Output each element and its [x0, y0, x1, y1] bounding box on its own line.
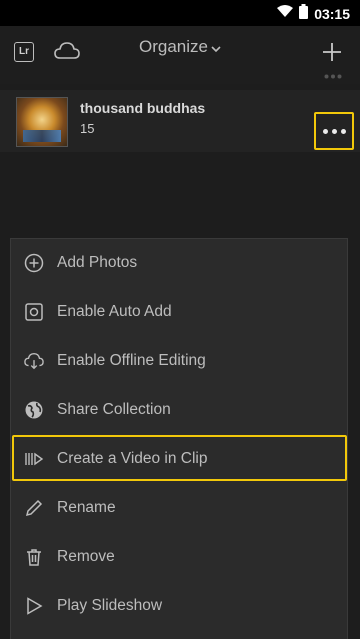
- menu-item-label: Play Slideshow: [57, 597, 163, 614]
- menu-item-share-collection[interactable]: Share Collection: [11, 388, 347, 432]
- globe-icon: [24, 400, 44, 420]
- menu-item-enable-offline-editing[interactable]: Enable Offline Editing: [11, 339, 347, 383]
- plus-circle-icon: [24, 253, 44, 273]
- menu-item-rename[interactable]: Rename: [11, 486, 347, 530]
- battery-icon: [299, 4, 309, 24]
- pencil-icon: [24, 498, 44, 518]
- menu-item-remove[interactable]: Remove: [11, 535, 347, 579]
- more-dots-icon: [324, 66, 342, 84]
- menu-item-label: Remove: [57, 548, 115, 565]
- menu-item-label: Add Photos: [57, 254, 138, 271]
- status-time: 03:15: [314, 6, 350, 22]
- play-icon: [24, 596, 44, 616]
- app-bar: Lr Organize: [0, 26, 360, 84]
- album-thumbnail: [16, 97, 68, 147]
- album-title: thousand buddhas: [80, 100, 206, 116]
- more-options-button[interactable]: [314, 112, 354, 150]
- trash-icon: [24, 547, 44, 567]
- menu-item-label: Rename: [57, 499, 116, 516]
- dot: [340, 128, 346, 134]
- dot: [322, 128, 328, 134]
- menu-item-play-slideshow[interactable]: Play Slideshow: [11, 584, 347, 628]
- menu-item-label: Share Collection: [57, 401, 171, 418]
- highlight-box: [12, 435, 347, 481]
- auto-add-icon: [24, 302, 44, 322]
- menu-item-label: Enable Auto Add: [57, 303, 172, 320]
- menu-item-add-photos[interactable]: Add Photos: [11, 241, 347, 285]
- page-title: Organize: [139, 37, 208, 56]
- cloud-download-icon: [24, 351, 44, 371]
- status-bar: 03:15: [0, 0, 360, 26]
- menu-item-enable-auto-add[interactable]: Enable Auto Add: [11, 290, 347, 334]
- dot: [331, 128, 337, 134]
- album-count: 15: [80, 121, 95, 136]
- chevron-down-icon: [211, 38, 221, 58]
- menu-item-label: Enable Offline Editing: [57, 352, 206, 369]
- organize-dropdown[interactable]: Organize: [0, 37, 360, 58]
- album-row[interactable]: thousand buddhas 15: [0, 90, 360, 152]
- plus-icon[interactable]: [322, 42, 342, 67]
- wifi-icon: [277, 5, 294, 23]
